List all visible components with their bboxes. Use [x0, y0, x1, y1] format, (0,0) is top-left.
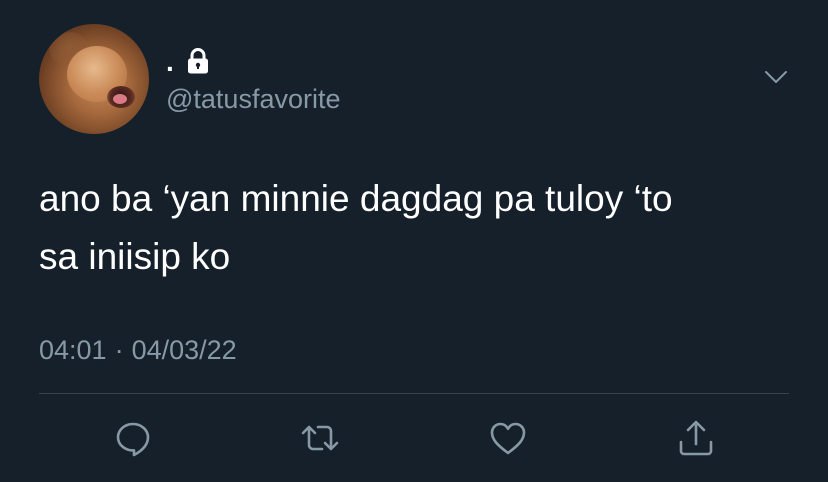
reply-icon [116, 422, 150, 457]
tweet-text: ano ba ‘yan minnie dagdag pa tuloy ‘to s… [39, 170, 799, 286]
tweet-time: 04:01 [39, 335, 107, 365]
chevron-down-icon[interactable] [764, 69, 788, 85]
avatar[interactable] [39, 24, 149, 134]
timestamp-separator: · [114, 335, 124, 365]
retweet-icon [301, 425, 339, 451]
display-name-row[interactable]: . [166, 46, 210, 77]
user-handle[interactable]: @tatusfavorite [166, 84, 341, 114]
tweet-date: 04/03/22 [131, 335, 237, 365]
retweet-button[interactable] [300, 418, 340, 458]
divider [39, 393, 789, 394]
lock-icon [187, 48, 208, 74]
like-button[interactable] [488, 418, 528, 458]
avatar-tongue [113, 94, 127, 104]
heart-icon [490, 422, 526, 455]
display-name: . [166, 46, 174, 77]
share-button[interactable] [676, 418, 716, 458]
share-icon [679, 420, 713, 456]
timestamp[interactable]: 04:01 · 04/03/22 [39, 333, 237, 367]
reply-button[interactable] [113, 418, 153, 458]
tweet-text-line: ano ba ‘yan minnie dagdag pa tuloy ‘to [39, 178, 673, 219]
tweet-text-line: sa iniisip ko [39, 236, 231, 277]
